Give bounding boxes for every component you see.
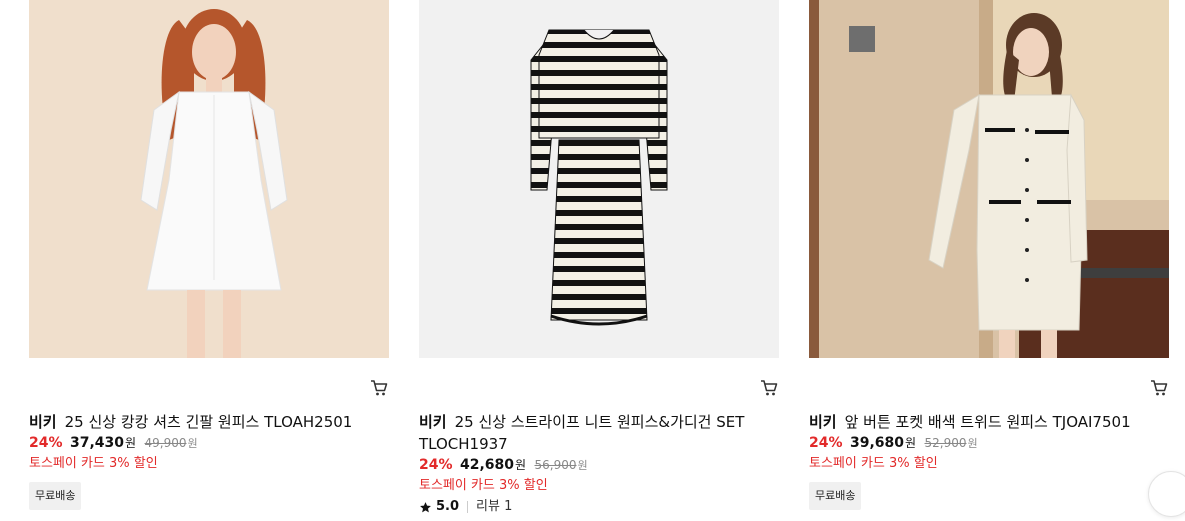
- floating-scroll-button[interactable]: [1148, 471, 1185, 517]
- original-price: 49,900: [144, 436, 187, 450]
- discount-rate: 24%: [29, 435, 63, 451]
- currency: 원: [515, 458, 527, 472]
- currency: 원: [905, 436, 917, 450]
- rating-row: 5.0 리뷰 1: [419, 497, 779, 517]
- review-count[interactable]: 리뷰 1: [476, 497, 512, 517]
- product-title[interactable]: 비키 25 신상 캉캉 셔츠 긴팔 원피스 TLOAH2501: [29, 411, 389, 433]
- product-image[interactable]: [419, 0, 779, 358]
- add-to-cart-button[interactable]: [759, 378, 779, 398]
- product-title[interactable]: 비키 앞 버튼 포켓 배색 트위드 원피스 TJOAI7501: [809, 411, 1169, 433]
- original-currency: 원: [187, 437, 198, 450]
- product-name: 앞 버튼 포켓 배색 트위드 원피스 TJOAI7501: [844, 413, 1131, 431]
- product-brand: 비키: [419, 413, 447, 431]
- product-image[interactable]: [29, 0, 389, 358]
- sale-price: 42,680: [459, 457, 514, 473]
- price-row: 24% 37,430원 49,900원: [29, 433, 389, 454]
- cart-icon: [761, 380, 778, 396]
- product-brand: 비키: [809, 413, 837, 431]
- card-promo: 토스페이 카드 3% 할인: [29, 456, 158, 471]
- product-name: 25 신상 캉캉 셔츠 긴팔 원피스 TLOAH2501: [64, 413, 353, 431]
- price-row: 24% 42,680원 56,900원: [419, 455, 779, 476]
- product-info: 비키 25 신상 캉캉 셔츠 긴팔 원피스 TLOAH2501 24% 37,43…: [29, 411, 389, 510]
- cart-icon: [371, 380, 388, 396]
- star-icon: [420, 501, 431, 512]
- sale-price: 39,680: [849, 435, 904, 451]
- rating-score: 5.0: [436, 499, 460, 514]
- add-to-cart-button[interactable]: [1149, 378, 1169, 398]
- discount-rate: 24%: [809, 435, 843, 451]
- free-shipping-badge: 무료배송: [29, 482, 82, 510]
- product-brand: 비키: [29, 413, 57, 431]
- product-info: 비키 25 신상 스트라이프 니트 원피스&가디건 SET TLOCH1937 2…: [419, 411, 779, 517]
- product-card[interactable]: 비키 25 신상 스트라이프 니트 원피스&가디건 SET TLOCH1937 2…: [419, 0, 779, 514]
- card-promo: 토스페이 카드 3% 할인: [809, 456, 938, 471]
- product-info: 비키 앞 버튼 포켓 배색 트위드 원피스 TJOAI7501 24% 39,68…: [809, 411, 1169, 510]
- divider: [467, 501, 469, 513]
- product-card[interactable]: 비키 앞 버튼 포켓 배색 트위드 원피스 TJOAI7501 24% 39,68…: [809, 0, 1185, 517]
- original-currency: 원: [967, 437, 978, 450]
- add-to-cart-button[interactable]: [369, 378, 389, 398]
- sale-price: 37,430: [69, 435, 124, 451]
- original-price: 56,900: [534, 458, 577, 472]
- cart-icon: [1151, 380, 1168, 396]
- original-currency: 원: [577, 459, 588, 472]
- product-image[interactable]: [809, 0, 1169, 358]
- currency: 원: [125, 436, 137, 450]
- card-promo: 토스페이 카드 3% 할인: [419, 478, 548, 493]
- product-title[interactable]: 비키 25 신상 스트라이프 니트 원피스&가디건 SET TLOCH1937: [419, 411, 779, 455]
- discount-rate: 24%: [419, 457, 453, 473]
- original-price: 52,900: [924, 436, 967, 450]
- product-name: 25 신상 스트라이프 니트 원피스&가디건 SET TLOCH1937: [419, 413, 745, 453]
- price-row: 24% 39,680원 52,900원: [809, 433, 1169, 454]
- free-shipping-badge: 무료배송: [809, 482, 862, 510]
- product-card[interactable]: 비키 25 신상 캉캉 셔츠 긴팔 원피스 TLOAH2501 24% 37,43…: [29, 0, 389, 510]
